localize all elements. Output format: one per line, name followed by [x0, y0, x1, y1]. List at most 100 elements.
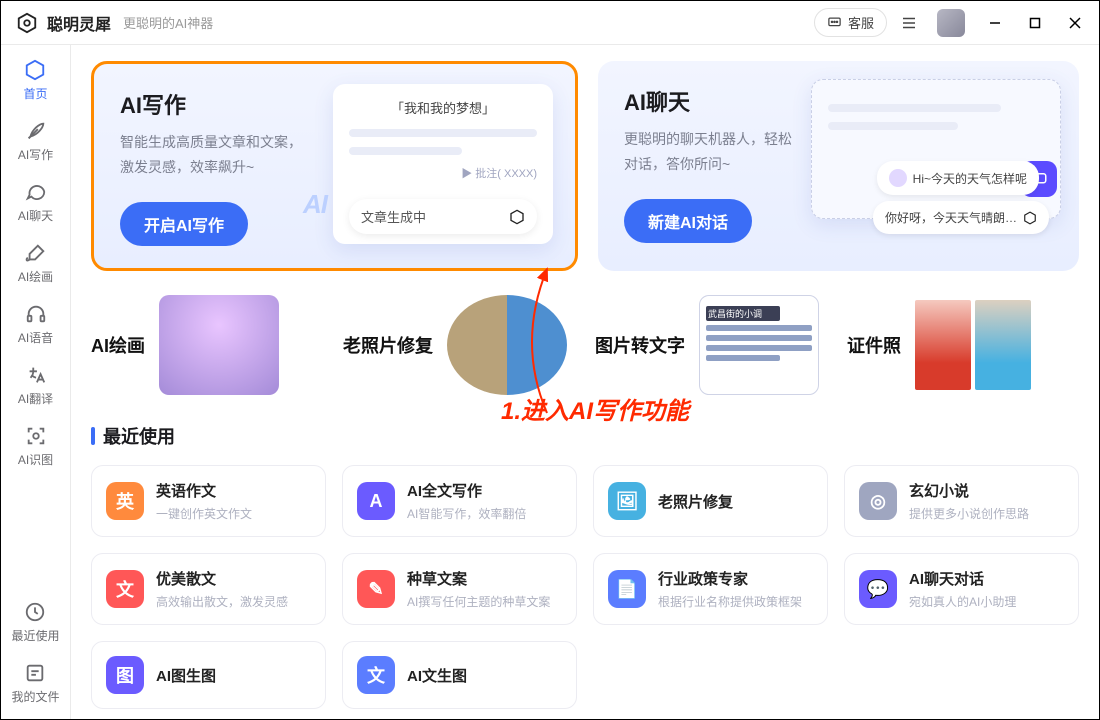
- tile-label: 图片转文字: [595, 332, 685, 358]
- recent-heading: 最近使用: [103, 423, 175, 449]
- sidebar-item-label: AI语音: [18, 329, 53, 346]
- recent-card-sub: AI撰写任何主题的种草文案: [407, 593, 550, 610]
- recent-card-title: 行业政策专家: [658, 568, 802, 589]
- recent-card-title: AI图生图: [156, 665, 216, 686]
- bubble-text: 你好呀，今天天气晴朗…: [885, 209, 1017, 226]
- recent-card[interactable]: 文 AI文生图: [342, 641, 577, 709]
- chat-bubble-ai: 你好呀，今天天气晴朗…: [873, 201, 1049, 234]
- recent-card-sub: AI智能写作，效率翻倍: [407, 505, 526, 522]
- recent-card[interactable]: 文 优美散文 高效输出散文，激发灵感: [91, 553, 326, 625]
- tile-label: AI绘画: [91, 332, 145, 358]
- sidebar-item-paint[interactable]: AI绘画: [18, 242, 53, 285]
- recent-card-icon: 图: [106, 656, 144, 694]
- recent-card-title: 玄幻小说: [909, 480, 1029, 501]
- sidebar-item-home[interactable]: 首页: [23, 59, 47, 102]
- recent-card-title: AI文生图: [407, 665, 467, 686]
- recent-card[interactable]: 💬 AI聊天对话 宛如真人的AI小助理: [844, 553, 1079, 625]
- sidebar-item-label: 我的文件: [11, 688, 59, 705]
- recent-card-icon: 📄: [608, 570, 646, 608]
- annotation-text: 1.进入AI写作功能: [501, 391, 689, 426]
- sidebar-item-label: AI聊天: [18, 207, 53, 224]
- tile-old-photo[interactable]: 老照片修复: [343, 295, 575, 395]
- recent-card-icon: A: [357, 482, 395, 520]
- window-maximize-button[interactable]: [1019, 9, 1051, 37]
- support-button[interactable]: 客服: [814, 8, 887, 37]
- sidebar: 首页 AI写作 AI聊天 AI绘画 AI语音 AI翻译 AI识图 最: [1, 45, 71, 719]
- recent-card-sub: 根据行业名称提供政策框架: [658, 593, 802, 610]
- titlebar: 聪明灵犀 更聪明的AI神器 客服: [1, 1, 1099, 45]
- chat-bubble-icon: [827, 15, 842, 30]
- tile-id-photo[interactable]: 证件照: [847, 295, 1079, 395]
- sidebar-item-write[interactable]: AI写作: [18, 120, 53, 163]
- recent-card[interactable]: A AI全文写作 AI智能写作，效率翻倍: [342, 465, 577, 537]
- tile-ai-paint[interactable]: AI绘画: [91, 295, 323, 395]
- brush-icon: [25, 242, 47, 264]
- recent-card-title: AI聊天对话: [909, 568, 1016, 589]
- hero-card-chat[interactable]: AI聊天 更聪明的聊天机器人，轻松 对话，答你所问~ 新建AI对话 Hi~今天的…: [598, 61, 1079, 271]
- window-minimize-button[interactable]: [979, 9, 1011, 37]
- new-ai-chat-button[interactable]: 新建AI对话: [624, 199, 752, 243]
- recent-card[interactable]: 🖼 老照片修复: [593, 465, 828, 537]
- mock-status-pill: 文章生成中: [349, 199, 537, 234]
- recent-card[interactable]: 英 英语作文 一键创作英文作文: [91, 465, 326, 537]
- sidebar-item-chat[interactable]: AI聊天: [18, 181, 53, 224]
- recent-card[interactable]: 图 AI图生图: [91, 641, 326, 709]
- tile-thumb: [447, 295, 567, 395]
- feature-tile-row: AI绘画 老照片修复 图片转文字 武昌街的小调 证件照: [91, 295, 1079, 395]
- recent-card-icon: 文: [106, 570, 144, 608]
- hero-row: AI写作 智能生成高质量文章和文案， 激发灵感，效率飙升~ 开启AI写作 AI …: [91, 61, 1079, 271]
- sidebar-item-voice[interactable]: AI语音: [18, 303, 53, 346]
- menu-button[interactable]: [895, 9, 923, 37]
- headset-icon: [25, 303, 47, 325]
- recent-card[interactable]: ✎ 种草文案 AI撰写任何主题的种草文案: [342, 553, 577, 625]
- recent-card-icon: ✎: [357, 570, 395, 608]
- app-tagline: 更聪明的AI神器: [123, 13, 213, 32]
- tile-label: 证件照: [847, 332, 901, 358]
- hero-card-write[interactable]: AI写作 智能生成高质量文章和文案， 激发灵感，效率飙升~ 开启AI写作 AI …: [91, 61, 578, 271]
- app-name: 聪明灵犀: [47, 11, 111, 35]
- recent-card-sub: 宛如真人的AI小助理: [909, 593, 1016, 610]
- tile-thumb: [159, 295, 279, 395]
- recent-card-title: 种草文案: [407, 568, 550, 589]
- recent-card-sub: 提供更多小说创作思路: [909, 505, 1029, 522]
- window-close-button[interactable]: [1059, 9, 1091, 37]
- history-icon: [24, 601, 46, 623]
- sidebar-item-recent[interactable]: 最近使用: [11, 601, 59, 644]
- sidebar-item-ocr[interactable]: AI识图: [18, 425, 53, 468]
- sidebar-item-myfiles[interactable]: 我的文件: [11, 662, 59, 705]
- recent-section-header: 最近使用: [91, 423, 1079, 449]
- tile-thumb: 武昌街的小调: [699, 295, 819, 395]
- avatar-icon: [889, 169, 907, 187]
- chat-mock-window: [811, 79, 1061, 219]
- recent-card-title: 老照片修复: [658, 491, 733, 512]
- sidebar-item-label: AI翻译: [18, 390, 53, 407]
- mock-note: ▶ 批注( XXXX): [349, 165, 537, 181]
- sidebar-item-label: 最近使用: [11, 627, 59, 644]
- sidebar-item-label: AI识图: [18, 451, 53, 468]
- recent-card[interactable]: ◎ 玄幻小说 提供更多小说创作思路: [844, 465, 1079, 537]
- main-content: AI写作 智能生成高质量文章和文案， 激发灵感，效率飙升~ 开启AI写作 AI …: [71, 45, 1099, 719]
- recent-card-title: AI全文写作: [407, 480, 526, 501]
- start-ai-write-button[interactable]: 开启AI写作: [120, 202, 248, 246]
- mock-doc-title: 「我和我的梦想」: [349, 98, 537, 117]
- ai-badge: AI: [303, 189, 327, 220]
- sidebar-item-label: AI绘画: [18, 268, 53, 285]
- folder-icon: [24, 662, 46, 684]
- tile-ocr[interactable]: 图片转文字 武昌街的小调: [595, 295, 827, 395]
- app-logo-icon: [15, 11, 39, 35]
- translate-icon: [25, 364, 47, 386]
- hero-chat-desc: 更聪明的聊天机器人，轻松 对话，答你所问~: [624, 127, 824, 177]
- user-avatar[interactable]: [937, 9, 965, 37]
- sidebar-item-label: 首页: [23, 85, 47, 102]
- home-hex-icon: [24, 59, 46, 81]
- recent-card-icon: 英: [106, 482, 144, 520]
- tile-label: 老照片修复: [343, 332, 433, 358]
- recent-card-icon: 文: [357, 656, 395, 694]
- chat-icon: [25, 181, 47, 203]
- sidebar-item-translate[interactable]: AI翻译: [18, 364, 53, 407]
- recent-card-icon: ◎: [859, 482, 897, 520]
- tile-thumb: [915, 300, 1031, 390]
- recent-card[interactable]: 📄 行业政策专家 根据行业名称提供政策框架: [593, 553, 828, 625]
- hex-icon: [509, 209, 525, 225]
- recent-card-title: 优美散文: [156, 568, 288, 589]
